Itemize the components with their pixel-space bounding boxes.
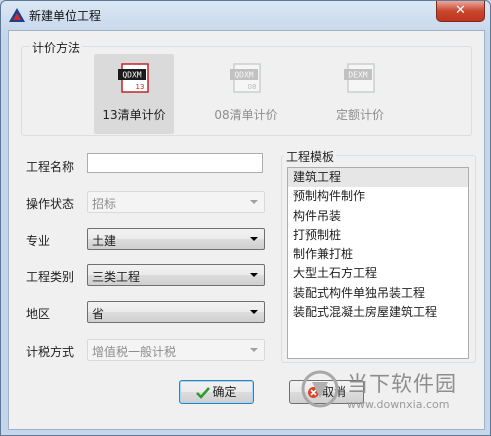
method-08-bill-button[interactable]: QDXM 08 08清单计价 [206, 54, 286, 134]
ok-button[interactable]: 确定 [179, 380, 254, 404]
title-bar[interactable]: 新建单位工程 ✕ [1, 1, 490, 29]
tax-method-select[interactable]: 增值税一般计税 [87, 339, 265, 361]
chevron-down-icon [250, 348, 258, 352]
dialog-window: 新建单位工程 ✕ 计价方法 QDXM 13 13清单计价 QDXM 08 08清… [0, 0, 491, 436]
window-title: 新建单位工程 [29, 9, 102, 23]
pricing-method-group: 计价方法 QDXM 13 13清单计价 QDXM 08 08清单计价 DEXM … [21, 39, 472, 136]
qdxm-08-icon-sub: 08 [248, 83, 257, 91]
close-button[interactable]: ✕ [436, 1, 485, 22]
chevron-down-icon [250, 237, 258, 241]
region-label: 地区 [26, 307, 51, 321]
template-item[interactable]: 构件吊装 [288, 207, 468, 226]
qdxm-13-icon-text: QDXM [122, 71, 141, 80]
specialty-label: 专业 [26, 234, 51, 248]
method-quota-button[interactable]: DEXM 定额计价 [320, 54, 400, 134]
dexm-file-icon: DEXM [344, 63, 375, 93]
cancel-button[interactable]: 取消 [289, 380, 364, 404]
qdxm-13-file-icon: QDXM 13 [118, 63, 149, 93]
template-item[interactable]: 打预制桩 [288, 226, 468, 245]
operation-status-label: 操作状态 [26, 197, 75, 211]
pricing-method-label: 计价方法 [30, 39, 83, 56]
dialog-body: 计价方法 QDXM 13 13清单计价 QDXM 08 08清单计价 DEXM … [8, 30, 485, 430]
cancel-label: 取消 [321, 385, 346, 399]
chevron-down-icon [250, 310, 258, 314]
template-item[interactable]: 建筑工程 [288, 168, 468, 188]
tax-method-value: 增值税一般计税 [92, 345, 177, 359]
template-list[interactable]: 建筑工程 预制构件制作 构件吊装 打预制桩 制作兼打桩 大型土石方工程 装配式构… [287, 167, 469, 359]
project-name-input[interactable] [87, 153, 263, 173]
specialty-select[interactable]: 土建 [87, 228, 265, 250]
app-logo-icon [9, 8, 25, 22]
template-item[interactable]: 制作兼打桩 [288, 245, 468, 264]
project-category-select[interactable]: 三类工程 [87, 264, 265, 286]
method-08-label: 08清单计价 [214, 108, 278, 122]
cancel-icon [307, 387, 319, 398]
chevron-down-icon [250, 273, 258, 277]
method-13-label: 13清单计价 [102, 108, 166, 122]
method-quota-label: 定额计价 [335, 108, 384, 122]
chevron-down-icon [250, 200, 258, 204]
template-item[interactable]: 预制构件制作 [288, 187, 468, 206]
operation-status-select[interactable]: 招标 [87, 191, 265, 213]
method-13-bill-button[interactable]: QDXM 13 13清单计价 [94, 54, 174, 134]
template-group: 工程模板 建筑工程 预制构件制作 构件吊装 打预制桩 制作兼打桩 大型土石方工程… [281, 148, 476, 363]
dexm-icon-text: DEXM [348, 71, 367, 80]
template-item[interactable]: 装配式构件单独吊装工程 [288, 284, 468, 303]
project-name-label: 工程名称 [26, 160, 75, 174]
checkmark-icon [196, 386, 211, 399]
project-category-value: 三类工程 [92, 270, 141, 284]
template-item[interactable]: 装配式混凝土房屋建筑工程 [288, 303, 468, 322]
region-select[interactable]: 省 [87, 301, 265, 323]
tax-method-label: 计税方式 [26, 345, 75, 359]
specialty-value: 土建 [92, 234, 117, 248]
qdxm-08-file-icon: QDXM 08 [230, 63, 261, 93]
qdxm-13-icon-sub: 13 [136, 83, 145, 91]
template-item[interactable]: 大型土石方工程 [288, 264, 468, 283]
operation-status-value: 招标 [92, 197, 117, 211]
project-category-label: 工程类别 [26, 270, 75, 284]
template-group-label: 工程模板 [284, 148, 337, 165]
region-value: 省 [92, 307, 105, 321]
ok-label: 确定 [212, 385, 237, 399]
qdxm-08-icon-text: QDXM [234, 71, 253, 80]
